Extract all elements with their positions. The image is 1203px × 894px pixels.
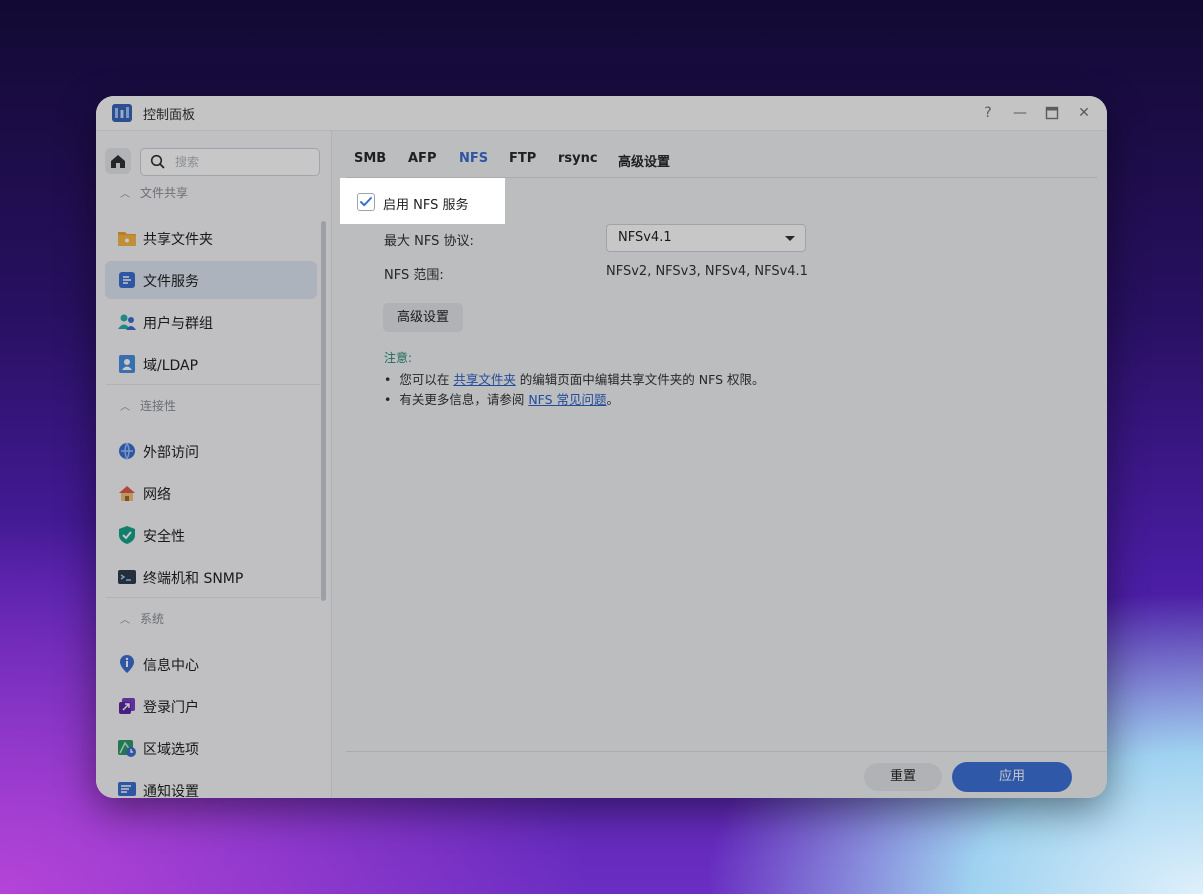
nfs-range-value: NFSv2, NFSv3, NFSv4, NFSv4.1 — [606, 264, 808, 279]
info-icon — [120, 655, 134, 673]
sidebar-item-network[interactable]: 网络 — [105, 474, 317, 512]
max-protocol-value: NFSv4.1 — [618, 230, 672, 245]
section-header-connectivity[interactable]: ︿ 连接性 — [120, 397, 176, 414]
control-panel-window: 控制面板 ? — ✕ ︿文件共享 共享文件夹 文件服务 用户与群组 — [96, 96, 1107, 798]
home-button[interactable] — [105, 148, 131, 174]
sidebar-item-info-center[interactable]: 信息中心 — [105, 645, 317, 683]
sidebar: ︿文件共享 共享文件夹 文件服务 用户与群组 域/LDAP ︿连接性 外部访问 … — [96, 131, 332, 798]
tab-nfs[interactable]: NFS — [459, 151, 488, 166]
sidebar-item-login-portal[interactable]: 登录门户 — [105, 687, 317, 725]
checkmark-icon — [360, 197, 372, 207]
note-line-2: • 有关更多信息，请参阅 NFS 常见问题。 — [384, 392, 620, 407]
domain-ldap-icon — [119, 355, 135, 373]
section-header-file-sharing[interactable]: ︿ 文件共享 — [120, 184, 188, 201]
sidebar-item-shared-folder[interactable]: 共享文件夹 — [105, 219, 317, 257]
bullet: • — [384, 372, 400, 387]
close-icon[interactable]: ✕ — [1073, 102, 1095, 124]
help-icon[interactable]: ? — [977, 102, 999, 124]
shared-folder-icon — [118, 232, 136, 246]
home-icon — [111, 155, 125, 168]
shared-folder-link[interactable]: 共享文件夹 — [453, 372, 516, 387]
file-services-icon — [119, 272, 135, 288]
minimize-icon[interactable]: — — [1009, 102, 1031, 124]
control-panel-app-icon — [112, 104, 132, 122]
caret-down-icon — [785, 236, 795, 241]
max-protocol-label: 最大 NFS 协议: — [384, 234, 474, 249]
external-access-icon — [119, 442, 135, 461]
nfs-range-label: NFS 范围: — [384, 268, 444, 283]
enable-nfs-checkbox[interactable] — [357, 193, 375, 211]
advanced-settings-button[interactable]: 高级设置 — [383, 303, 463, 332]
chevron-up-icon: ︿ — [120, 402, 130, 413]
note-line-1: • 您可以在 共享文件夹 的编辑页面中编辑共享文件夹的 NFS 权限。 — [384, 372, 765, 387]
bullet: • — [384, 392, 400, 407]
spotlight-dim — [505, 178, 1107, 224]
chevron-up-icon: ︿ — [120, 615, 130, 626]
notification-icon — [118, 782, 136, 796]
login-portal-icon — [119, 698, 135, 714]
sidebar-item-notification[interactable]: 通知设置 — [105, 771, 317, 798]
chevron-up-icon: ︿ — [120, 189, 130, 200]
reset-button[interactable]: 重置 — [864, 763, 942, 791]
divider — [106, 384, 320, 385]
nfs-faq-link[interactable]: NFS 常见问题 — [528, 392, 606, 407]
terminal-icon — [118, 570, 136, 584]
enable-nfs-label: 启用 NFS 服务 — [383, 198, 469, 213]
tab-afp[interactable]: AFP — [408, 151, 436, 166]
tab-smb[interactable]: SMB — [354, 151, 386, 166]
max-protocol-select[interactable]: NFSv4.1 — [606, 224, 806, 252]
maximize-icon[interactable] — [1041, 102, 1063, 124]
sidebar-item-external-access[interactable]: 外部访问 — [105, 432, 317, 470]
search-input[interactable] — [173, 152, 317, 172]
sidebar-item-security[interactable]: 安全性 — [105, 516, 317, 554]
sidebar-item-domain-ldap[interactable]: 域/LDAP — [105, 345, 317, 383]
tab-ftp[interactable]: FTP — [509, 151, 536, 166]
section-header-system[interactable]: ︿ 系统 — [120, 610, 164, 627]
search-field[interactable] — [140, 148, 320, 176]
tab-rsync[interactable]: rsync — [558, 151, 598, 166]
title-bar[interactable]: 控制面板 ? — ✕ — [96, 96, 1107, 131]
footer-divider — [346, 751, 1107, 752]
enable-nfs-row[interactable]: 启用 NFS 服务 — [340, 178, 505, 224]
sidebar-item-users-groups[interactable]: 用户与群组 — [105, 303, 317, 341]
apply-button[interactable]: 应用 — [952, 762, 1072, 792]
sidebar-scrollbar[interactable] — [321, 221, 326, 601]
users-icon — [118, 314, 136, 330]
sidebar-item-terminal-snmp[interactable]: 终端机和 SNMP — [105, 558, 317, 596]
security-shield-icon — [119, 526, 135, 544]
window-title: 控制面板 — [143, 108, 196, 123]
tab-advanced[interactable]: 高级设置 — [618, 151, 670, 170]
regional-options-icon — [118, 740, 136, 757]
search-icon — [150, 154, 165, 169]
sidebar-item-file-services[interactable]: 文件服务 — [105, 261, 317, 299]
note-title: 注意: — [384, 351, 413, 365]
sidebar-item-regional-options[interactable]: 区域选项 — [105, 729, 317, 767]
divider — [106, 597, 320, 598]
network-icon — [119, 486, 135, 501]
